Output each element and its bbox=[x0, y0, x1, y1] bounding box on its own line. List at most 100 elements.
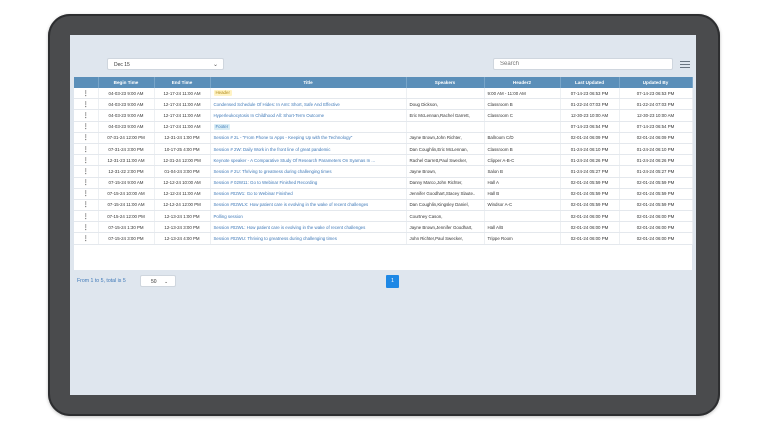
cell-end-time: 12-31-24 1:00 PM bbox=[154, 132, 211, 144]
table-row[interactable]: ⋮ 04-03-23 9:00 AM 12-17-24 11:00 AM Hyperl… bbox=[74, 109, 693, 122]
cell-begin-time: 07-31-24 3:00 PM bbox=[98, 143, 155, 156]
cell-end-time: 12-12-24 11:00 AM bbox=[154, 188, 211, 200]
header-tag[interactable]: Header bbox=[213, 90, 232, 97]
cell-title[interactable]: Polling session bbox=[210, 210, 407, 223]
cell-last-updated: 01-22-24 07:03 PM bbox=[560, 98, 620, 111]
cell-header2: Trippe Room bbox=[484, 232, 561, 245]
cell-updated-by: 01-22-24 07:03 PM bbox=[619, 98, 693, 111]
header-end-time[interactable]: End Time bbox=[154, 77, 211, 88]
sessions-table: Begin Time End Time Title Speakers Heade… bbox=[74, 77, 693, 270]
table-row[interactable]: ⋮ 04-03-23 9:00 AM 12-17-24 11:00 AM Footer… bbox=[74, 121, 693, 133]
cell-title[interactable]: Footer bbox=[210, 121, 407, 133]
page-button-current[interactable]: 1 bbox=[386, 275, 399, 288]
cell-header2: Classroom B bbox=[484, 98, 561, 111]
cell-last-updated: 02-01-24 06:00 PM bbox=[560, 221, 620, 234]
cell-updated-by: 01-24-24 05:27 PM bbox=[619, 165, 693, 178]
cell-speakers: Jayne Brown, bbox=[406, 165, 485, 178]
row-menu-icon[interactable]: ⋮ bbox=[74, 109, 99, 122]
row-menu-icon[interactable]: ⋮ bbox=[74, 132, 99, 144]
row-menu-icon[interactable]: ⋮ bbox=[74, 121, 99, 133]
cell-begin-time: 04-03-23 9:00 AM bbox=[98, 121, 155, 133]
cell-title[interactable]: Header bbox=[210, 88, 407, 100]
cell-last-updated: 02-01-24 06:00 PM bbox=[560, 232, 620, 245]
table-row[interactable]: ⋮ 07-31-24 12:00 PM 12-31-24 1:00 PM Sessio… bbox=[74, 132, 693, 144]
cell-begin-time: 07-15-24 10:00 AM bbox=[98, 188, 155, 200]
header-title[interactable]: Title bbox=[210, 77, 407, 88]
cell-title[interactable]: Session # 2L - "From Phone to Apps - Kee… bbox=[210, 132, 407, 144]
cell-end-time: 01-04-24 3:00 PM bbox=[154, 165, 211, 178]
cell-header2 bbox=[484, 210, 561, 223]
pagination-summary: From 1 to 5, total is 5 bbox=[77, 278, 126, 284]
table-row[interactable]: ⋮ 12-31-22 2:00 PM 01-04-24 3:00 PM Session… bbox=[74, 165, 693, 178]
cell-header2: Classroom C bbox=[484, 109, 561, 122]
table-row[interactable]: ⋮ 04-03-23 9:00 AM 12-17-24 11:00 AM Conden… bbox=[74, 98, 693, 111]
table-row[interactable]: ⋮ 07-15-24 9:00 AM 12-12-24 10:00 AM Sessio… bbox=[74, 177, 693, 189]
table-header-row: Begin Time End Time Title Speakers Heade… bbox=[74, 77, 693, 88]
header-updated-by[interactable]: Updated By bbox=[619, 77, 693, 88]
row-menu-icon[interactable]: ⋮ bbox=[74, 188, 99, 200]
column-toggle-icon[interactable] bbox=[680, 59, 690, 69]
row-menu-icon[interactable]: ⋮ bbox=[74, 232, 99, 245]
cell-title[interactable]: Session #02WU: Thriving to greatness dur… bbox=[210, 232, 407, 245]
header-header2[interactable]: Header2 bbox=[484, 77, 561, 88]
table-row[interactable]: ⋮ 07-15-24 1:30 PM 12-13-24 3:00 PM Session… bbox=[74, 221, 693, 234]
cell-speakers: Jayne Brown,John Richter, bbox=[406, 132, 485, 144]
cell-begin-time: 07-15-24 1:30 PM bbox=[98, 221, 155, 234]
table-row[interactable]: ⋮ 07-15-24 12:00 PM 12-13-24 1:00 PM Pollin… bbox=[74, 210, 693, 223]
row-menu-icon[interactable]: ⋮ bbox=[74, 177, 99, 189]
table-row[interactable]: ⋮ 04-03-23 9:00 AM 12-17-24 11:00 AM Header… bbox=[74, 88, 693, 100]
cell-updated-by: 12-30-23 10:00 AM bbox=[619, 109, 693, 122]
header-speakers[interactable]: Speakers bbox=[406, 77, 485, 88]
table-row[interactable]: ⋮ 07-15-24 3:00 PM 12-13-24 4:00 PM Session… bbox=[74, 232, 693, 245]
cell-last-updated: 01-24-24 06:10 PM bbox=[560, 143, 620, 156]
row-menu-icon[interactable]: ⋮ bbox=[74, 143, 99, 156]
cell-title[interactable]: Condensed Schedule Of Hides: In Amt: Sho… bbox=[210, 98, 407, 111]
table-footer: From 1 to 5, total is 5 50 ⌄ 1 bbox=[74, 273, 692, 293]
date-filter-select[interactable]: Dec 15 ⌄ bbox=[107, 58, 224, 70]
header-begin-time[interactable]: Begin Time bbox=[98, 77, 155, 88]
row-menu-icon[interactable]: ⋮ bbox=[74, 210, 99, 223]
row-menu-icon[interactable]: ⋮ bbox=[74, 154, 99, 167]
row-menu-icon[interactable]: ⋮ bbox=[74, 199, 99, 212]
table-row[interactable]: ⋮ 07-15-24 11:00 AM 12-12-24 12:00 PM Sessi… bbox=[74, 199, 693, 212]
cell-title[interactable]: Session # 2W: Daily Work in the front li… bbox=[210, 143, 407, 156]
cell-updated-by: 02-01-24 05:59 PM bbox=[619, 199, 693, 212]
cell-begin-time: 07-31-24 12:00 PM bbox=[98, 132, 155, 144]
cell-updated-by: 02-01-24 06:00 PM bbox=[619, 221, 693, 234]
chevron-down-icon: ⌄ bbox=[164, 279, 168, 284]
cell-header2: Windsor A-C bbox=[484, 199, 561, 212]
cell-speakers: Dan Coughlin,Kingsley Daniel, bbox=[406, 199, 485, 212]
page-size-select[interactable]: 50 ⌄ bbox=[140, 275, 176, 287]
table-row[interactable]: ⋮ 07-31-24 3:00 PM 10-17-25 4:00 PM Session… bbox=[74, 143, 693, 156]
row-menu-icon[interactable]: ⋮ bbox=[74, 165, 99, 178]
cell-updated-by: 02-01-24 06:00 PM bbox=[619, 210, 693, 223]
cell-title[interactable]: Session #02WLX: How patient care is evol… bbox=[210, 199, 407, 212]
cell-updated-by: 02-01-24 06:09 PM bbox=[619, 132, 693, 144]
search-field[interactable] bbox=[493, 58, 673, 70]
header-last-updated[interactable]: Last Updated bbox=[560, 77, 620, 88]
cell-speakers: Jennifer Goodhart,Stacey Slaute.. bbox=[406, 188, 485, 200]
app-screen: Dec 15 ⌄ Begin Time End Time Title Speak… bbox=[70, 35, 696, 395]
footer-tag[interactable]: Footer bbox=[213, 123, 231, 130]
table-row[interactable]: ⋮ 07-15-24 10:00 AM 12-12-24 11:00 AM Sessi… bbox=[74, 188, 693, 200]
cell-speakers bbox=[406, 88, 485, 100]
row-menu-icon[interactable]: ⋮ bbox=[74, 88, 99, 100]
cell-updated-by: 01-24-24 06:10 PM bbox=[619, 143, 693, 156]
cell-begin-time: 04-03-23 9:00 AM bbox=[98, 109, 155, 122]
cell-title[interactable]: Keynote speaker - A Comparative Study Of… bbox=[210, 154, 407, 167]
search-input[interactable] bbox=[500, 59, 672, 69]
cell-title[interactable]: Session #02W1: Go to Webinar Finished bbox=[210, 188, 407, 200]
row-menu-icon[interactable]: ⋮ bbox=[74, 221, 99, 234]
cell-title[interactable]: Hyperleukocytosis In Childhood All: Shor… bbox=[210, 109, 407, 122]
cell-title[interactable]: Session # 02W11: Go to Webinar Finished … bbox=[210, 177, 407, 189]
cell-last-updated: 12-30-23 10:00 AM bbox=[560, 109, 620, 122]
cell-speakers: Jayne Brown,Jennifer Goodhart, bbox=[406, 221, 485, 234]
cell-speakers: Dan Coughlin,Eric McLennan, bbox=[406, 143, 485, 156]
cell-last-updated: 02-01-24 05:59 PM bbox=[560, 188, 620, 200]
row-menu-icon[interactable]: ⋮ bbox=[74, 98, 99, 111]
chevron-down-icon: ⌄ bbox=[212, 62, 218, 68]
cell-title[interactable]: Session # 2U: Thriving to greatness duri… bbox=[210, 165, 407, 178]
cell-title[interactable]: Session #02WL: How patient care is evolv… bbox=[210, 221, 407, 234]
cell-end-time: 12-17-24 11:00 AM bbox=[154, 88, 211, 100]
table-row[interactable]: ⋮ 12-31-23 11:00 AM 12-31-24 12:00 PM Keyno… bbox=[74, 154, 693, 167]
